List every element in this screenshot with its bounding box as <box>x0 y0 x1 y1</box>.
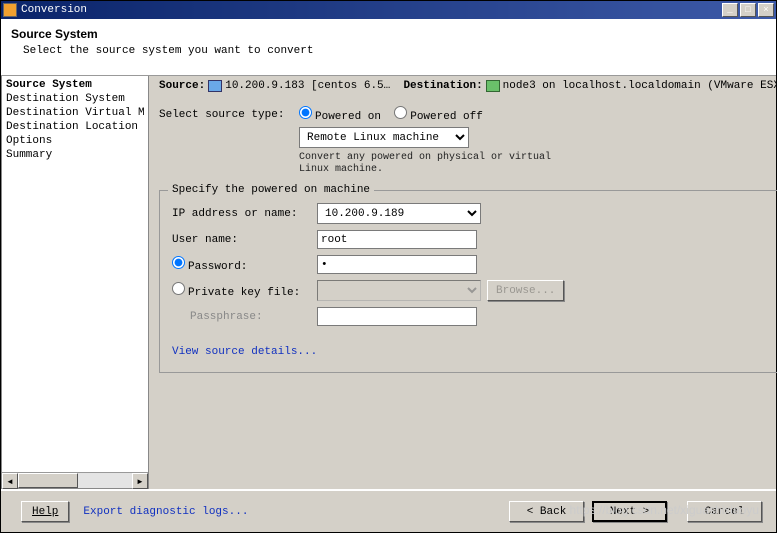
scroll-thumb[interactable] <box>18 473 78 488</box>
password-radio-label[interactable]: Password: <box>172 256 317 273</box>
password-radio[interactable] <box>172 256 185 269</box>
computer-icon <box>208 80 222 92</box>
username-label: User name: <box>172 234 317 246</box>
wizard-steps-sidebar: Source System Destination System Destina… <box>1 76 149 489</box>
username-input[interactable] <box>317 230 477 249</box>
source-dest-summary: Source: 10.200.9.183 [centos 6.5… Destin… <box>159 80 777 92</box>
select-source-type-label: Select source type: <box>159 109 299 121</box>
password-label: Password: <box>188 261 247 273</box>
next-button[interactable]: Next > <box>592 501 667 522</box>
ip-row: IP address or name: 10.200.9.189 <box>172 203 774 224</box>
app-icon <box>3 3 17 17</box>
sidebar-scrollbar[interactable]: ◄ ► <box>2 472 148 488</box>
machine-type-select[interactable]: Remote Linux machine <box>299 127 469 148</box>
powered-on-label: Powered on <box>315 111 381 123</box>
username-row: User name: <box>172 230 774 249</box>
sidebar-item-destination-vm[interactable]: Destination Virtual M <box>6 106 144 120</box>
main-area: Source System Destination System Destina… <box>1 76 776 489</box>
sidebar-item-destination-system[interactable]: Destination System <box>6 92 144 106</box>
fieldset-legend: Specify the powered on machine <box>168 184 374 196</box>
powered-off-radio[interactable]: Powered off <box>394 106 483 123</box>
private-key-radio-label[interactable]: Private key file: <box>172 282 317 299</box>
window-controls: _ □ × <box>722 3 774 17</box>
scroll-left-icon[interactable]: ◄ <box>2 473 18 489</box>
back-button[interactable]: < Back <box>509 501 584 522</box>
source-value: 10.200.9.183 [centos 6.5… <box>225 80 390 92</box>
close-button[interactable]: × <box>758 3 774 17</box>
private-key-row: Private key file: Browse... <box>172 280 774 301</box>
maximize-button[interactable]: □ <box>740 3 756 17</box>
export-logs-link[interactable]: Export diagnostic logs... <box>83 506 248 518</box>
content-pane: Source: 10.200.9.183 [centos 6.5… Destin… <box>149 76 777 489</box>
destination-label: Destination: <box>403 80 482 92</box>
destination-value: node3 on localhost.localdomain (VMware E… <box>503 80 777 92</box>
header-pane: Source System Select the source system y… <box>1 19 776 76</box>
powered-off-radio-input[interactable] <box>394 106 407 119</box>
powered-off-label: Powered off <box>410 111 483 123</box>
private-key-label: Private key file: <box>188 287 300 299</box>
scroll-right-icon[interactable]: ► <box>132 473 148 489</box>
powered-on-machine-fieldset: Specify the powered on machine IP addres… <box>159 190 777 373</box>
sidebar-item-destination-location[interactable]: Destination Location <box>6 120 144 134</box>
powered-on-radio-input[interactable] <box>299 106 312 119</box>
footer: Help Export diagnostic logs... < Back Ne… <box>1 489 776 532</box>
sidebar-item-source-system[interactable]: Source System <box>6 78 144 92</box>
sidebar-items: Source System Destination System Destina… <box>2 76 148 472</box>
password-row: Password: <box>172 255 774 274</box>
password-input[interactable] <box>317 255 477 274</box>
sidebar-item-options[interactable]: Options <box>6 134 144 148</box>
cancel-button[interactable]: Cancel <box>687 501 762 522</box>
ip-label: IP address or name: <box>172 208 317 220</box>
window-title: Conversion <box>21 4 722 16</box>
browse-button: Browse... <box>487 280 564 301</box>
powered-on-radio[interactable]: Powered on <box>299 106 381 123</box>
machine-type-row: Remote Linux machine <box>159 127 777 148</box>
passphrase-input <box>317 307 477 326</box>
passphrase-label: Passphrase: <box>172 311 317 323</box>
titlebar: Conversion _ □ × <box>1 1 776 19</box>
source-label: Source: <box>159 80 205 92</box>
view-source-details-link[interactable]: View source details... <box>172 346 317 358</box>
scroll-track[interactable] <box>18 473 132 488</box>
select-source-type-row: Select source type: Powered on Powered o… <box>159 106 777 123</box>
ip-address-input[interactable]: 10.200.9.189 <box>317 203 481 224</box>
private-key-radio[interactable] <box>172 282 185 295</box>
passphrase-row: Passphrase: <box>172 307 774 326</box>
server-icon <box>486 80 500 92</box>
private-key-file-input <box>317 280 481 301</box>
conversion-window: Conversion _ □ × Source System Select th… <box>0 0 777 533</box>
page-subtitle: Select the source system you want to con… <box>11 45 766 57</box>
page-title: Source System <box>11 27 766 41</box>
machine-type-hint: Convert any powered on physical or virtu… <box>299 152 777 176</box>
minimize-button[interactable]: _ <box>722 3 738 17</box>
sidebar-item-summary[interactable]: Summary <box>6 148 144 162</box>
help-button[interactable]: Help <box>21 501 69 522</box>
